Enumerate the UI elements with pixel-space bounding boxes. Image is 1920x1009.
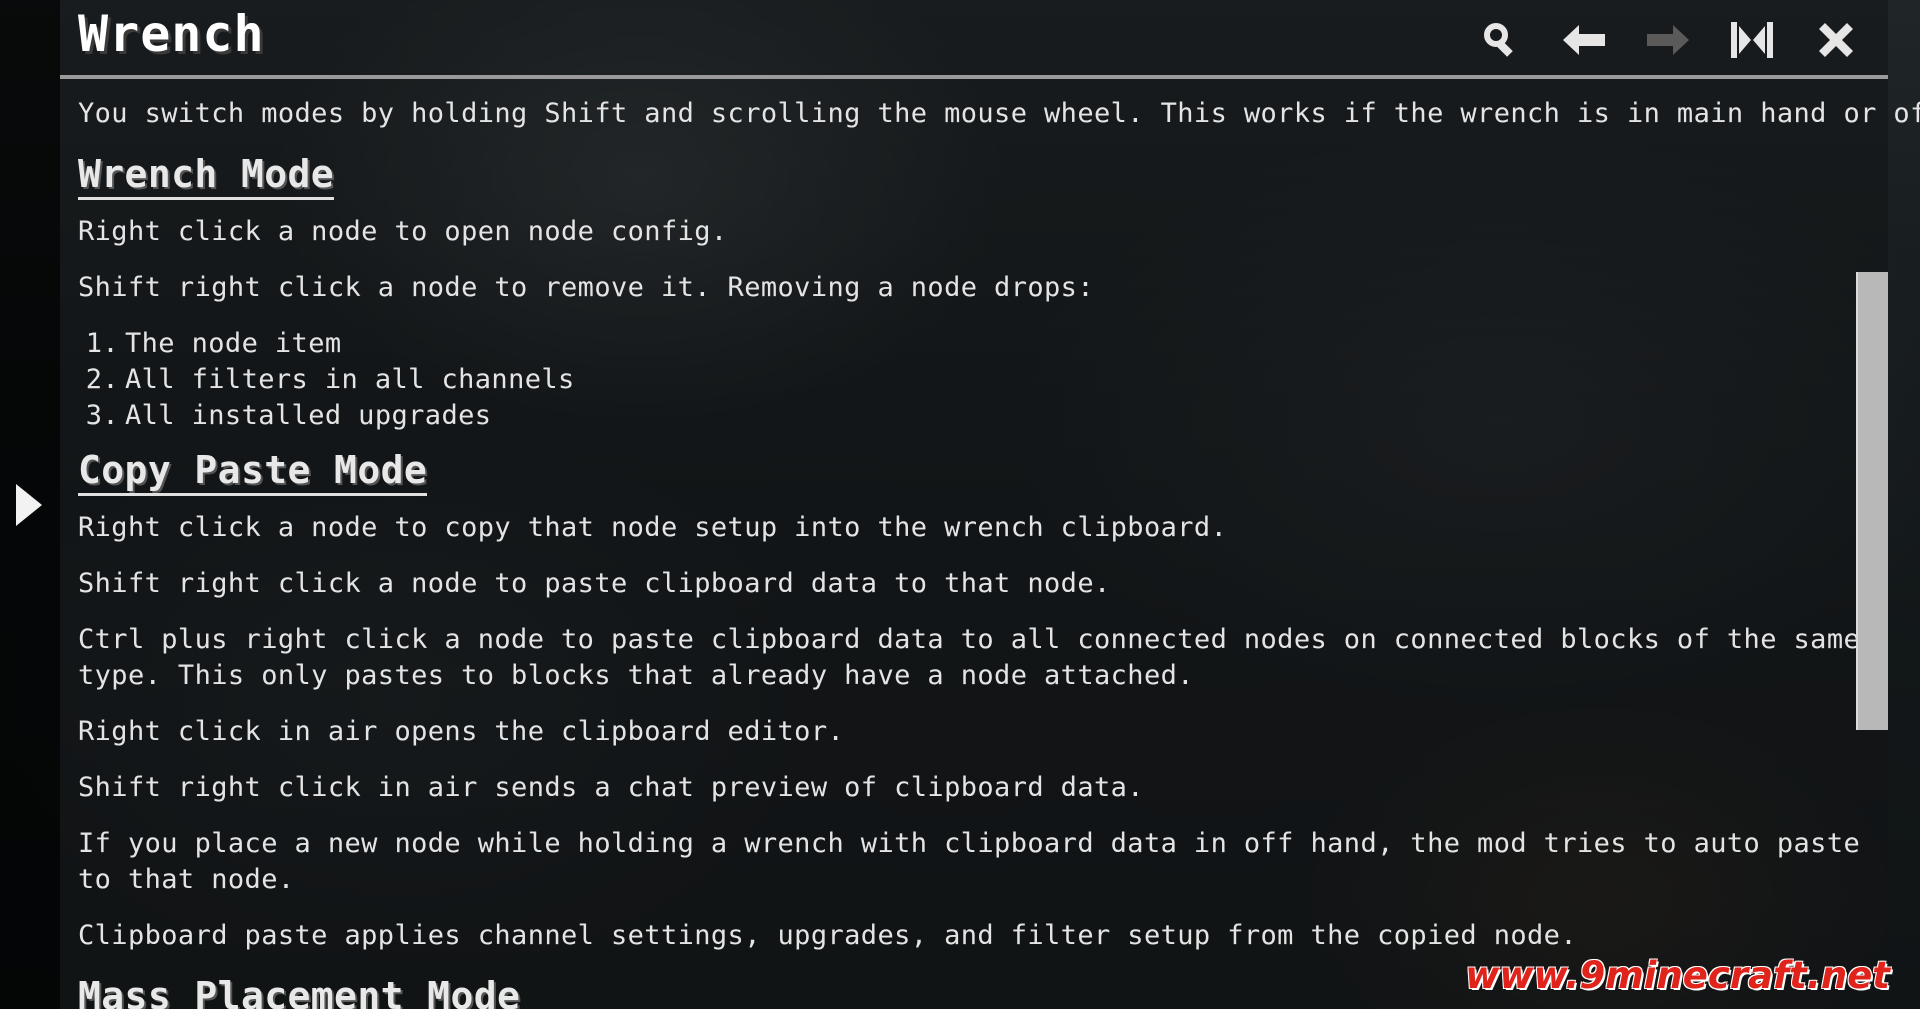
guide-header: Wrench [60, 0, 1888, 79]
arrow-left-icon [1563, 25, 1605, 55]
list-item: 3. All installed upgrades [78, 398, 1878, 434]
paragraph: Right click in air opens the clipboard e… [78, 716, 845, 747]
close-button[interactable] [1794, 16, 1878, 64]
watermark-logo: www.9minecraft.net [1465, 954, 1890, 997]
close-icon [1819, 23, 1853, 57]
paragraph: Shift right click in air sends a chat pr… [78, 772, 1144, 803]
scrollbar-thumb[interactable] [1856, 272, 1888, 730]
paragraph: If you place a new node while holding a … [78, 828, 1861, 895]
page-title: Wrench [78, 5, 265, 63]
paragraph: Clipboard paste applies channel settings… [78, 920, 1577, 951]
list-number: 1. [85, 328, 119, 359]
intro-paragraph: You switch modes by holding Shift and sc… [78, 98, 1920, 129]
collapse-button[interactable] [1710, 16, 1794, 64]
guide-content: You switch modes by holding Shift and sc… [78, 96, 1920, 1009]
expand-sidebar-arrow-icon[interactable] [16, 484, 42, 526]
side-panel-strip [0, 0, 60, 1009]
game-world-background: Wrench You switch modes by holding Shift… [0, 0, 1920, 1009]
section-heading: Copy Paste Mode [78, 448, 428, 496]
list-item: 2. All filters in all channels [78, 362, 1878, 398]
list-item: 1. The node item [78, 326, 1878, 362]
paragraph: Right click a node to open node config. [78, 216, 728, 247]
paragraph: Shift right click a node to remove it. R… [78, 272, 1094, 303]
scrollbar-track[interactable] [1856, 96, 1888, 1009]
paragraph: Ctrl plus right click a node to paste cl… [78, 624, 1861, 691]
paragraph: Right click a node to copy that node set… [78, 512, 1228, 543]
section-heading: Mass Placement Mode [78, 974, 520, 1009]
section-copy-paste-mode: Copy Paste Mode Right click a node to co… [78, 448, 1878, 954]
ordered-list: 1. The node item 2. All filters in all c… [78, 326, 1878, 434]
header-divider [60, 75, 1888, 79]
arrow-right-icon [1647, 25, 1689, 55]
list-number: 2. [85, 364, 119, 395]
search-button[interactable] [1458, 16, 1542, 64]
search-icon [1484, 23, 1513, 57]
list-text: All filters in all channels [125, 364, 575, 395]
forward-button[interactable] [1626, 16, 1710, 64]
section-heading: Wrench Mode [78, 152, 335, 200]
list-text: The node item [125, 328, 342, 359]
paragraph: Shift right click a node to paste clipbo… [78, 568, 1111, 599]
guide-book-panel: Wrench You switch modes by holding Shift… [60, 0, 1920, 1009]
guide-toolbar [1458, 16, 1878, 64]
list-number: 3. [85, 400, 119, 431]
back-button[interactable] [1542, 16, 1626, 64]
section-wrench-mode: Wrench Mode Right click a node to open n… [78, 152, 1878, 434]
list-text: All installed upgrades [125, 400, 492, 431]
collapse-icon [1731, 22, 1773, 58]
